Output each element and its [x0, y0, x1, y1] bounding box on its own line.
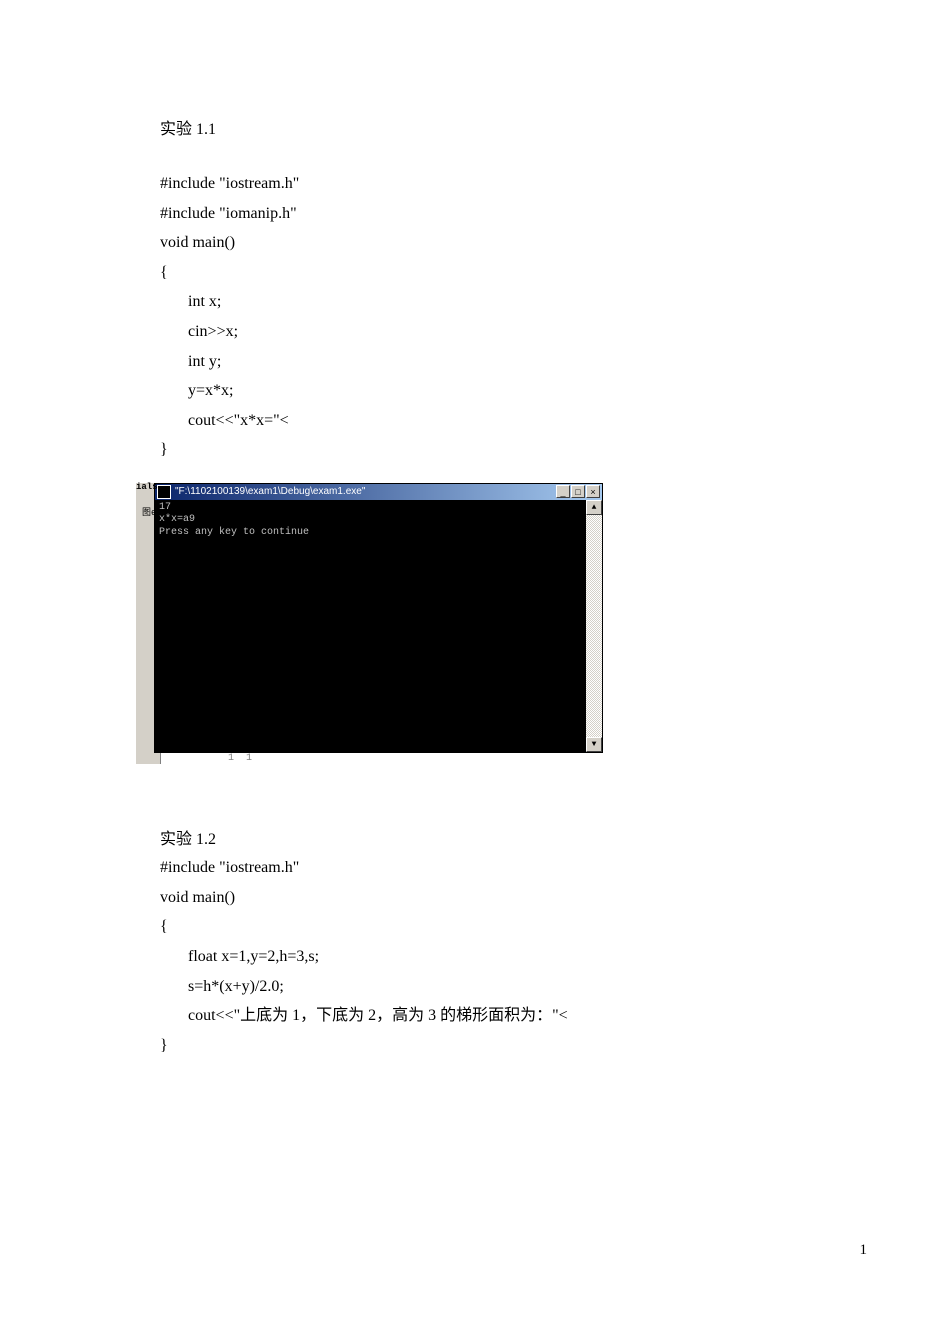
scroll-track[interactable] [586, 515, 602, 737]
console-body: 17 x*x=a9 Press any key to continue ▲ ▼ [155, 500, 602, 752]
section-2: 实验 1.2 #include "iostream.h" void main()… [160, 826, 845, 1060]
code-line: #include "iostream.h" [160, 169, 845, 199]
code-line: void main() [160, 228, 845, 258]
window-controls: _ □ × [556, 485, 600, 498]
gutter-text: 图e: [142, 505, 162, 518]
code-line: } [160, 435, 845, 465]
code-line: { [160, 258, 845, 288]
page-number: 1 [860, 1242, 868, 1259]
code-line: void main() [160, 883, 845, 913]
section-1-title: 实验 1.1 [160, 115, 845, 139]
bottom-mark: 1 1 [148, 753, 603, 764]
code-block-2: #include "iostream.h" void main() { floa… [160, 853, 845, 1060]
code-line: s=h*(x+y)/2.0; [160, 972, 845, 1002]
code-line: cout<<"上底为 1，下底为 2，高为 3 的梯形面积为："< [160, 1001, 845, 1031]
document-page: 实验 1.1 #include "iostream.h" #include "i… [0, 0, 945, 1337]
code-line: cout<<"x*x="< [160, 406, 845, 436]
code-line: float x=1,y=2,h=3,s; [160, 942, 845, 972]
vertical-scrollbar[interactable]: ▲ ▼ [586, 500, 602, 752]
output-line: Press any key to continue [159, 527, 309, 538]
code-line: int x; [160, 287, 845, 317]
console-window: "F:\1102100139\exam1\Debug\exam1.exe" _ … [154, 483, 603, 753]
minimize-button[interactable]: _ [556, 485, 570, 498]
scroll-down-button[interactable]: ▼ [586, 737, 602, 752]
output-line: x*x=a9 [159, 514, 195, 525]
code-line: } [160, 1031, 845, 1061]
code-line: { [160, 912, 845, 942]
maximize-button[interactable]: □ [571, 485, 585, 498]
console-title: "F:\1102100139\exam1\Debug\exam1.exe" [175, 486, 556, 497]
console-screenshot: ials 图e: "F:\1102100139\exam1\Debug\exam… [148, 483, 603, 764]
code-block-1: #include "iostream.h" #include "iomanip.… [160, 169, 845, 465]
code-line: #include "iostream.h" [160, 853, 845, 883]
terminal-icon [157, 485, 171, 499]
code-line: cin>>x; [160, 317, 845, 347]
code-line: #include "iomanip.h" [160, 199, 845, 229]
close-button[interactable]: × [586, 485, 600, 498]
console-output: 17 x*x=a9 Press any key to continue [155, 500, 586, 752]
section-2-title: 实验 1.2 [160, 826, 845, 853]
code-line: int y; [160, 347, 845, 377]
ide-tab-fragment: ials [136, 482, 158, 492]
code-line: y=x*x; [160, 376, 845, 406]
scroll-up-button[interactable]: ▲ [586, 500, 602, 515]
console-titlebar: "F:\1102100139\exam1\Debug\exam1.exe" _ … [155, 484, 602, 500]
